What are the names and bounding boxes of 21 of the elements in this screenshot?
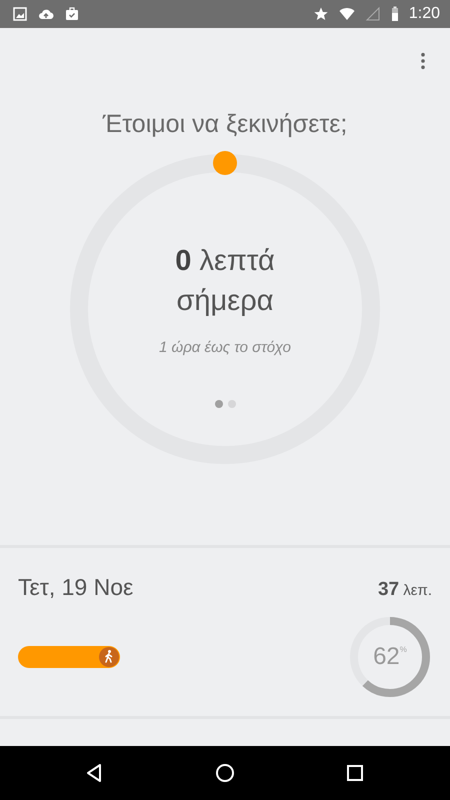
day-card[interactable]: Τετ, 19 Νοε 37 λεπ. 62% bbox=[0, 545, 450, 719]
percent-sign: % bbox=[400, 645, 407, 654]
signal-icon bbox=[364, 6, 381, 22]
walking-icon bbox=[99, 647, 119, 667]
more-options-icon[interactable] bbox=[420, 52, 426, 70]
battery-icon bbox=[390, 6, 399, 22]
day-total-minutes: 37 λεπ. bbox=[378, 579, 432, 601]
briefcase-check-icon bbox=[64, 6, 80, 22]
star-icon bbox=[312, 6, 329, 22]
clock-time: 1:20 bbox=[408, 5, 440, 23]
image-icon bbox=[12, 6, 28, 22]
recents-icon[interactable] bbox=[345, 763, 365, 783]
page-indicator-dot[interactable] bbox=[228, 400, 236, 408]
greeting-title: Έτοιμοι να ξεκινήσετε; bbox=[102, 110, 348, 139]
home-icon[interactable] bbox=[215, 763, 235, 783]
goal-remaining: 1 ώρα έως το στόχο bbox=[159, 339, 291, 356]
page-indicator-dot[interactable] bbox=[214, 400, 222, 408]
wifi-icon bbox=[338, 6, 355, 22]
minutes-today: 0 λεπτά σήμερα bbox=[174, 244, 276, 319]
day-date: Τετ, 19 Νοε bbox=[18, 574, 134, 601]
percent-value: 62 bbox=[373, 643, 400, 671]
